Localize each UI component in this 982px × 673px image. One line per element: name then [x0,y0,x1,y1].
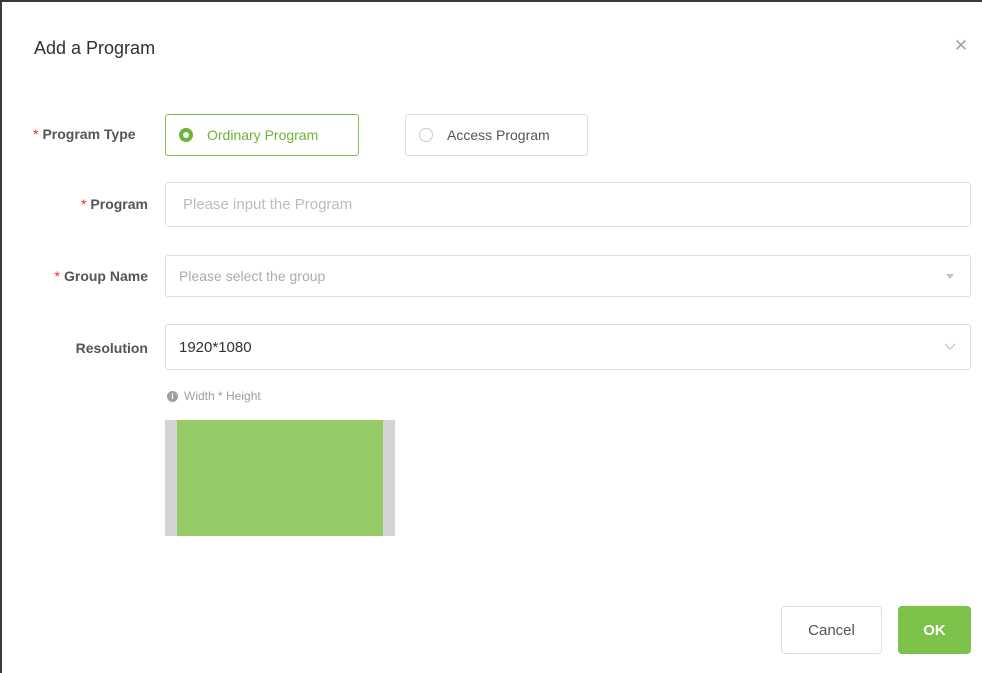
program-type-label: * Program Type [33,126,136,142]
resolution-hint: i Width * Height [167,389,261,403]
required-mark: * [80,196,87,212]
add-program-dialog: Add a Program ✕ * Program Type Ordinary P… [0,0,982,673]
info-icon: i [167,390,178,402]
resolution-preview-canvas [177,420,383,536]
dialog-title: Add a Program [34,38,156,58]
ordinary-program-radio[interactable]: Ordinary Program [165,114,359,156]
close-icon[interactable]: ✕ [952,36,970,55]
ok-button[interactable]: OK [898,606,971,654]
chevron-down-icon [944,343,956,350]
resolution-preview [165,420,395,536]
access-program-label: Access Program [447,127,550,143]
group-name-placeholder: Please select the group [179,268,326,284]
program-label: * Program [80,196,148,212]
radio-checked-icon [179,128,193,142]
resolution-select[interactable]: 1920*1080 [165,324,971,370]
resolution-hint-text: Width * Height [184,389,261,403]
radio-unchecked-icon [419,128,433,142]
resolution-label: Resolution [75,340,148,356]
caret-down-icon [946,273,954,279]
ordinary-program-label: Ordinary Program [207,127,319,143]
required-mark: * [54,268,60,284]
program-input[interactable] [165,182,971,227]
group-name-label: * Group Name [54,268,148,284]
group-name-select[interactable]: Please select the group [165,255,971,297]
access-program-radio[interactable]: Access Program [405,114,588,156]
resolution-value: 1920*1080 [179,338,252,356]
cancel-button[interactable]: Cancel [781,606,882,654]
required-mark: * [33,126,39,142]
